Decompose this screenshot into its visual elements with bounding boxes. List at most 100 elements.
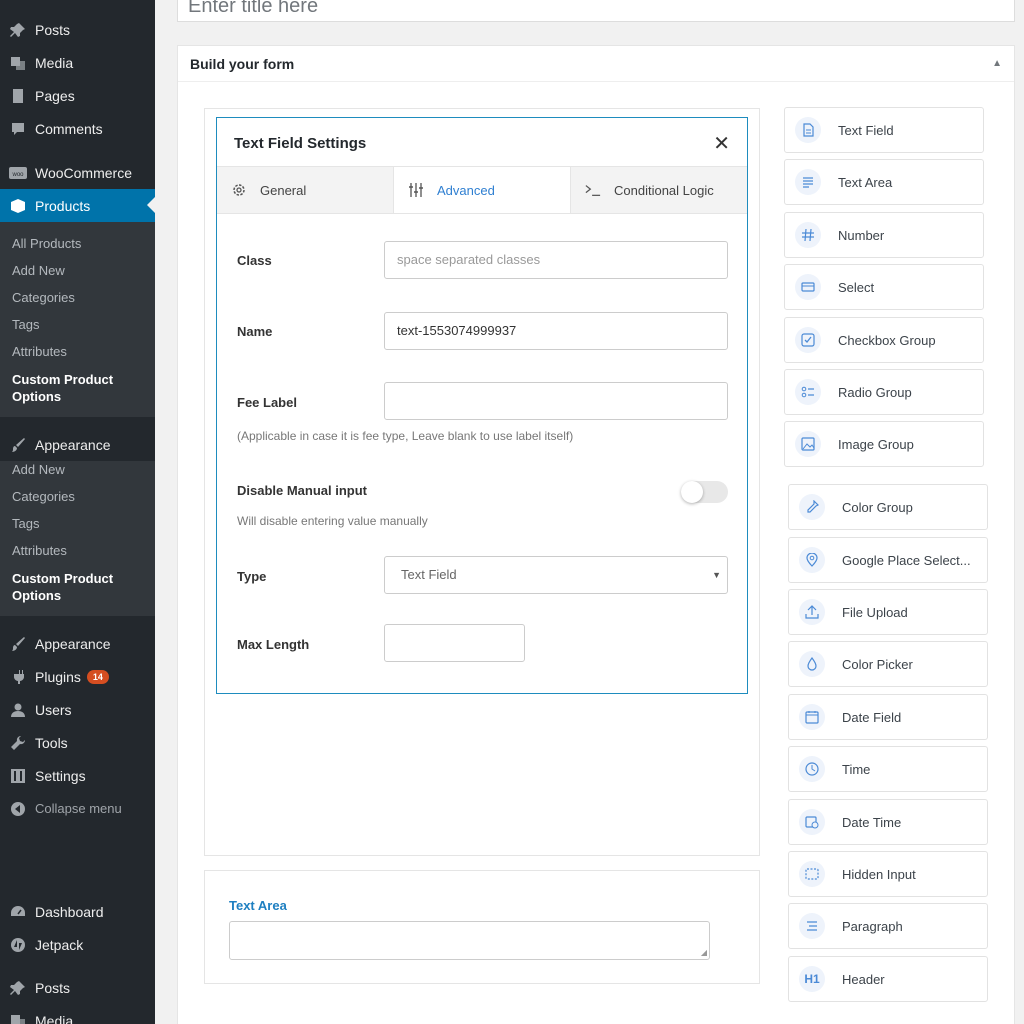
palette-field-color-group[interactable]: Color Group <box>788 484 988 530</box>
palette-field-text-area[interactable]: Text Area <box>784 159 984 205</box>
field-label: Time <box>842 761 871 777</box>
menu-pages[interactable]: Pages <box>0 79 155 112</box>
menu-comments[interactable]: Comments <box>0 112 155 145</box>
submenu-custom-product-options[interactable]: Custom Product Options <box>12 371 142 405</box>
menu-tools[interactable]: Tools <box>0 726 155 759</box>
disable-manual-help: Will disable entering value manually <box>237 514 428 528</box>
menu-label: Jetpack <box>35 936 84 953</box>
menu-posts[interactable]: Posts <box>0 13 155 46</box>
menu-users[interactable]: Users <box>0 693 155 726</box>
wrench-icon <box>9 734 27 752</box>
max-length-input[interactable] <box>384 624 525 662</box>
menu-media[interactable]: Media <box>0 46 155 79</box>
palette-field-google-place-select[interactable]: Google Place Select... <box>788 537 988 583</box>
submenu-categories[interactable]: Categories <box>12 489 75 504</box>
palette-field-date-field[interactable]: Date Field <box>788 694 988 740</box>
palette-field-file-upload[interactable]: File Upload <box>788 589 988 635</box>
class-label: Class <box>237 253 272 268</box>
disable-manual-toggle[interactable] <box>681 481 728 503</box>
dashboard-icon <box>9 903 27 921</box>
field-label: Date Field <box>842 709 902 725</box>
palette-field-header[interactable]: H1 Header <box>788 956 988 1002</box>
palette-field-time[interactable]: Time <box>788 746 988 792</box>
menu-posts[interactable]: Posts <box>0 971 155 1004</box>
textarea-preview[interactable]: ◢ <box>229 921 710 960</box>
field-label: Text Area <box>838 174 893 190</box>
pushpin-icon <box>9 979 27 997</box>
field-label: Date Time <box>842 814 902 830</box>
menu-label: Settings <box>35 767 86 784</box>
fee-label-input[interactable] <box>384 382 728 420</box>
submenu-tags[interactable]: Tags <box>12 516 39 531</box>
max-length-label: Max Length <box>237 637 310 652</box>
field-label: Text Field <box>838 122 894 138</box>
upload-icon <box>799 599 825 625</box>
palette-field-number[interactable]: Number <box>784 212 984 258</box>
menu-media[interactable]: Media <box>0 1004 155 1024</box>
menu-label: Tools <box>35 734 68 751</box>
submenu-categories[interactable]: Categories <box>12 290 75 305</box>
palette-field-image-group[interactable]: Image Group <box>784 421 984 467</box>
field-label: Text Area <box>229 898 287 913</box>
palette-field-hidden-input[interactable]: Hidden Input <box>788 851 988 897</box>
woocommerce-icon: woo <box>9 164 27 182</box>
location-pin-icon <box>799 547 825 573</box>
tab-conditional-logic[interactable]: Conditional Logic <box>571 167 747 213</box>
close-icon[interactable]: ✕ <box>713 134 730 154</box>
menu-dashboard[interactable]: Dashboard <box>0 895 155 928</box>
submenu-all-products[interactable]: All Products <box>12 236 81 251</box>
palette-field-radio-group[interactable]: Radio Group <box>784 369 984 415</box>
post-title-input[interactable]: Enter title here <box>177 0 1015 22</box>
menu-appearance[interactable]: Appearance <box>0 627 155 660</box>
terminal-icon <box>585 182 601 198</box>
brush-icon <box>9 436 27 454</box>
menu-products[interactable]: Products <box>0 189 155 222</box>
menu-label: Posts <box>35 979 71 996</box>
palette-field-checkbox-group[interactable]: Checkbox Group <box>784 317 984 363</box>
tab-general[interactable]: General <box>217 167 394 213</box>
tab-advanced[interactable]: Advanced <box>394 167 571 213</box>
hidden-input-icon <box>799 861 825 887</box>
class-input[interactable]: space separated classes <box>384 241 728 279</box>
palette-field-select[interactable]: Select <box>784 264 984 310</box>
field-label: Header <box>842 971 885 987</box>
type-select[interactable]: Text Field ▼ <box>384 556 728 594</box>
submenu-custom-product-options[interactable]: Custom Product Options <box>12 570 142 604</box>
settings-tabs: General Advanced Conditional Logic <box>217 166 747 214</box>
media-icon <box>9 54 27 72</box>
menu-label: Pages <box>35 87 75 104</box>
menu-jetpack[interactable]: Jetpack <box>0 928 155 961</box>
field-label: Image Group <box>838 436 914 452</box>
submenu-add-new[interactable]: Add New <box>12 462 65 477</box>
collapse-menu-button[interactable]: Collapse menu <box>0 792 155 825</box>
palette-field-text-field[interactable]: Text Field <box>784 107 984 153</box>
collapse-toggle-icon[interactable]: ▲ <box>992 58 1002 69</box>
menu-label: WooCommerce <box>35 164 132 181</box>
name-label: Name <box>237 324 273 339</box>
gear-icon <box>231 182 247 198</box>
palette-field-paragraph[interactable]: Paragraph <box>788 903 988 949</box>
submenu-attributes[interactable]: Attributes <box>12 543 67 558</box>
submenu-tags[interactable]: Tags <box>12 317 39 332</box>
palette-field-color-picker[interactable]: Color Picker <box>788 641 988 687</box>
menu-settings[interactable]: Settings <box>0 759 155 792</box>
plug-icon <box>9 668 27 686</box>
field-label: Select <box>838 279 875 295</box>
menu-plugins[interactable]: Plugins 14 <box>0 660 155 693</box>
field-label: Color Group <box>842 499 913 515</box>
text-field-icon <box>795 117 821 143</box>
menu-appearance[interactable]: Appearance <box>0 428 155 461</box>
menu-label: Users <box>35 701 72 718</box>
submenu-attributes[interactable]: Attributes <box>12 344 67 359</box>
name-input[interactable]: text-1553074999937 <box>384 312 728 350</box>
media-icon <box>9 1012 27 1024</box>
palette-field-date-time[interactable]: Date Time <box>788 799 988 845</box>
menu-label: Comments <box>35 120 103 137</box>
chevron-down-icon: ▼ <box>712 570 721 580</box>
field-label: Google Place Select... <box>842 552 971 568</box>
text-area-icon <box>795 169 821 195</box>
menu-woocommerce[interactable]: woo WooCommerce <box>0 156 155 189</box>
checkbox-icon <box>795 327 821 353</box>
form-field-textarea[interactable]: Text Area ◢ <box>204 870 760 984</box>
submenu-add-new[interactable]: Add New <box>12 263 65 278</box>
